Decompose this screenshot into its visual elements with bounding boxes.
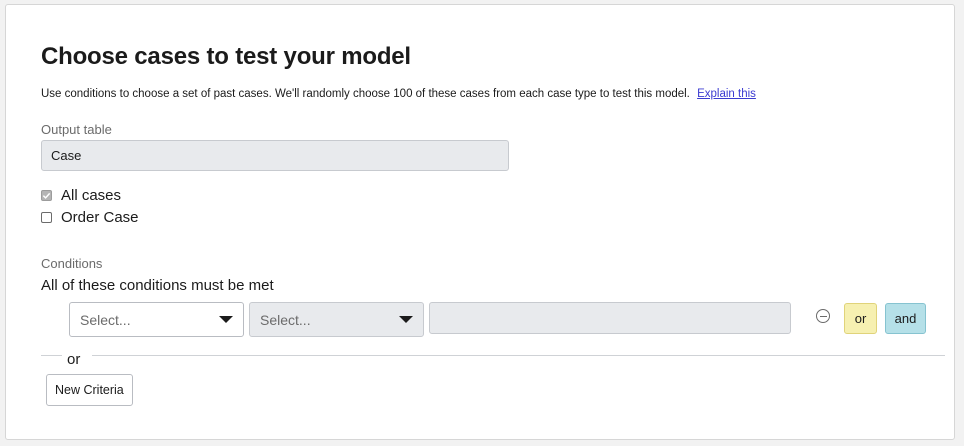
page-description: Use conditions to choose a set of past c… [41,88,756,100]
output-table-label: Output table [41,122,112,137]
conditions-label: Conditions [41,256,103,271]
or-divider-right [92,355,945,356]
checkbox-row-order-case[interactable]: Order Case [41,209,139,226]
order-case-label: Order Case [61,209,139,226]
chevron-down-icon [399,316,413,323]
field-select-value: Select... [80,311,131,328]
and-button[interactable]: and [885,303,926,334]
order-case-checkbox[interactable] [41,212,52,223]
checkbox-row-all-cases[interactable]: All cases [41,187,121,204]
output-table-field[interactable]: Case [41,140,509,171]
chevron-down-icon [219,316,233,323]
or-separator-label: or [67,351,81,368]
field-select[interactable]: Select... [69,302,244,337]
operator-select-value: Select... [260,311,311,328]
page-title: Choose cases to test your model [41,43,411,70]
checkmark-icon [42,192,51,199]
or-button[interactable]: or [844,303,877,334]
explain-this-link[interactable]: Explain this [697,88,756,100]
description-text: Use conditions to choose a set of past c… [41,88,690,100]
conditions-heading: All of these conditions must be met [41,277,274,294]
remove-condition-icon[interactable] [816,309,830,323]
test-cases-panel: Choose cases to test your model Use cond… [5,4,955,440]
all-cases-checkbox[interactable] [41,190,52,201]
or-divider-left [41,355,62,356]
all-cases-label: All cases [61,187,122,204]
operator-select[interactable]: Select... [249,302,424,337]
new-criteria-button[interactable]: New Criteria [46,374,133,406]
condition-value-input[interactable] [429,302,791,334]
